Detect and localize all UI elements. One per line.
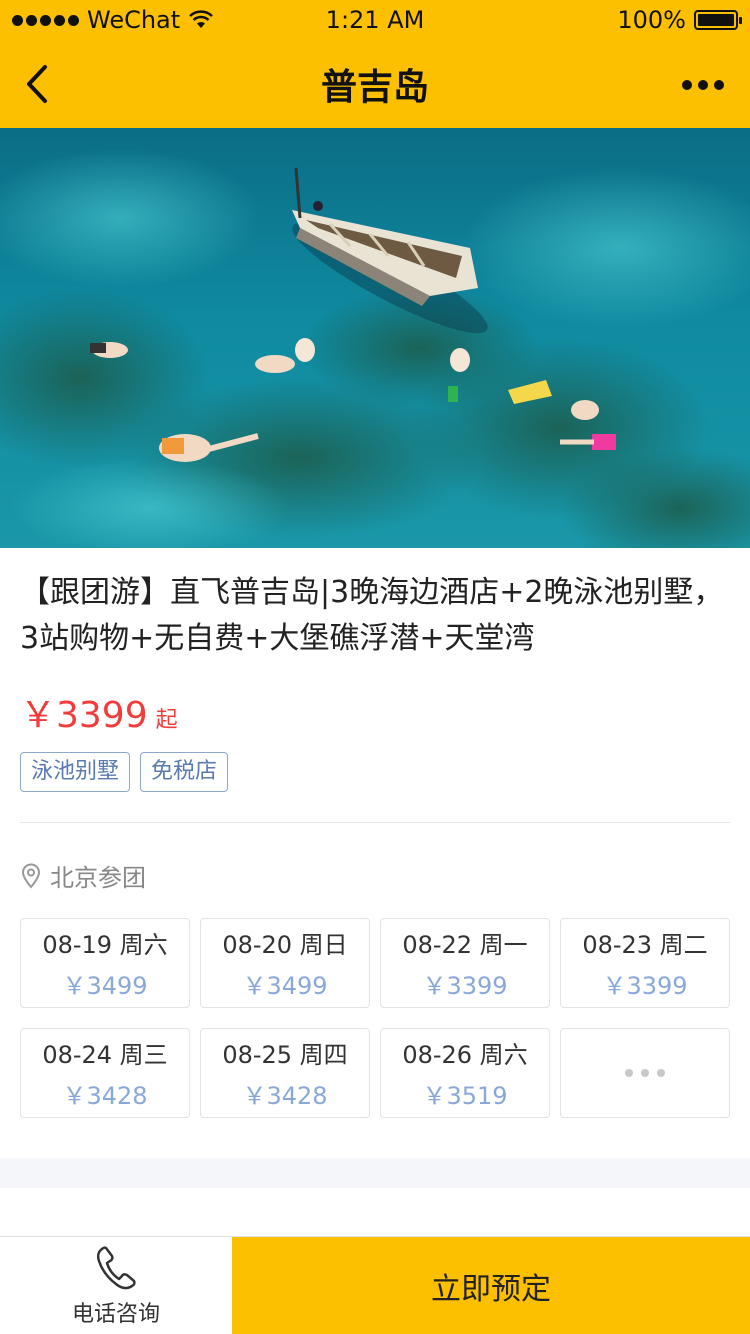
date-price: ￥3519 [422, 1082, 508, 1110]
date-price: ￥3499 [62, 972, 148, 1000]
more-dots-icon [625, 1069, 665, 1077]
price-suffix: 起 [155, 708, 178, 733]
divider [20, 822, 730, 823]
date-option[interactable]: 08-25 周四 ￥3428 [200, 1028, 370, 1118]
date-label: 08-25 周四 [222, 1041, 348, 1069]
price-row: ￥3399 起 [20, 686, 178, 738]
date-option[interactable]: 08-20 周日 ￥3499 [200, 918, 370, 1008]
tag-list: 泳池别墅 免税店 [20, 752, 229, 792]
section-gap [0, 1158, 750, 1188]
date-label: 08-24 周三 [42, 1041, 168, 1069]
date-option[interactable]: 08-24 周三 ￥3428 [20, 1028, 190, 1118]
battery-percent: 100% [617, 6, 686, 34]
carrier-label: WeChat [87, 6, 181, 34]
location-label: 北京参团 [50, 864, 146, 892]
wifi-icon [189, 10, 214, 28]
price-value: ￥3399 [20, 695, 148, 736]
date-label: 08-22 周一 [402, 931, 528, 959]
date-price: ￥3428 [242, 1082, 328, 1110]
tag-duty-free: 免税店 [140, 752, 229, 792]
chevron-left-icon [27, 65, 47, 103]
date-label: 08-23 周二 [582, 931, 708, 959]
product-title: 【跟团游】直飞普吉岛|3晚海边酒店+2晚泳池别墅，3站购物+无自费+大堡礁浮潜+… [20, 575, 724, 656]
book-now-button[interactable]: 立即预定 [232, 1237, 750, 1334]
nav-bar: 普吉岛 [0, 40, 750, 128]
phone-consult-button[interactable]: 电话咨询 [0, 1237, 232, 1334]
signal-icon [12, 14, 79, 26]
departure-location: 北京参团 [20, 858, 146, 893]
more-button[interactable] [678, 70, 728, 100]
hero-image [0, 128, 750, 548]
back-button[interactable] [16, 62, 56, 106]
date-option[interactable]: 08-19 周六 ￥3499 [20, 918, 190, 1008]
date-option[interactable]: 08-23 周二 ￥3399 [560, 918, 730, 1008]
bottom-action-bar: 电话咨询 立即预定 [0, 1236, 750, 1334]
status-left: WeChat [12, 6, 214, 34]
tag-pool-villa: 泳池别墅 [20, 752, 131, 792]
page-title: 普吉岛 [320, 67, 429, 108]
date-option[interactable]: 08-26 周六 ￥3519 [380, 1028, 550, 1118]
phone-consult-label: 电话咨询 [71, 1302, 160, 1327]
date-price: ￥3399 [602, 972, 688, 1000]
date-label: 08-20 周日 [222, 931, 348, 959]
date-grid: 08-19 周六 ￥3499 08-20 周日 ￥3499 08-22 周一 ￥… [20, 918, 730, 1118]
battery-icon [694, 10, 742, 30]
phone-icon [96, 1246, 136, 1290]
more-dates-button[interactable] [560, 1028, 730, 1118]
location-pin-icon [21, 863, 41, 889]
date-price: ￥3428 [62, 1082, 148, 1110]
date-label: 08-26 周六 [402, 1041, 528, 1069]
date-option[interactable]: 08-22 周一 ￥3399 [380, 918, 550, 1008]
date-price: ￥3399 [422, 972, 508, 1000]
more-dots-icon [682, 80, 692, 90]
status-right: 100% [617, 6, 742, 34]
status-bar: WeChat 1:21 AM 100% [0, 0, 750, 40]
date-price: ￥3499 [242, 972, 328, 1000]
date-label: 08-19 周六 [42, 931, 168, 959]
